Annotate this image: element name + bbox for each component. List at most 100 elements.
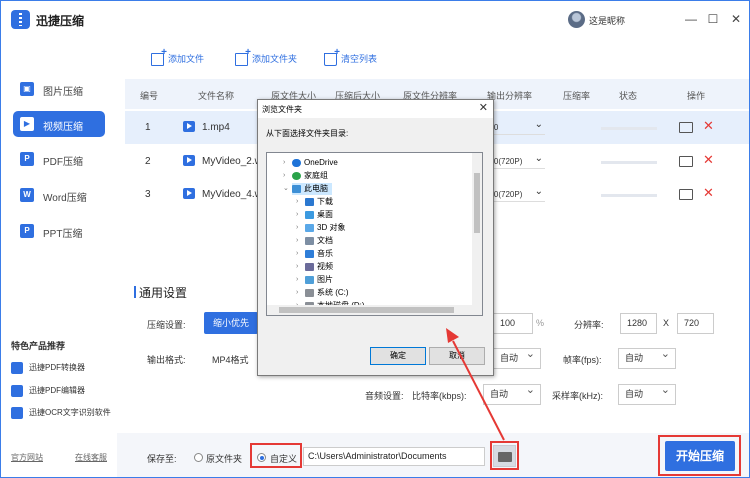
promo-ocr[interactable]: 迅捷OCR文字识别软件	[11, 407, 111, 419]
output-res-dropdown[interactable]: 500	[485, 117, 545, 135]
tree-item-videos[interactable]: › 视频	[296, 261, 333, 273]
maximize-button[interactable]: ☐	[705, 11, 721, 27]
user-name[interactable]: 这是昵称	[589, 14, 625, 27]
add-folder-button[interactable]: 添加文件夹	[235, 47, 297, 67]
tree-item-desktop[interactable]: › 桌面	[296, 209, 333, 221]
delete-icon[interactable]: ✕	[703, 185, 714, 201]
bitrate-dropdown[interactable]: 自动	[483, 381, 541, 405]
radio-custom[interactable]	[257, 453, 266, 462]
quality-mode-dropdown[interactable]: 自动	[493, 345, 541, 369]
folder-icon[interactable]	[679, 122, 693, 133]
online-service-link[interactable]: 在线客服	[75, 452, 107, 463]
dialog-prompt: 从下面选择文件夹目录:	[266, 129, 349, 138]
add-folder-icon	[235, 47, 251, 67]
tree-vertical-scrollbar[interactable]	[472, 153, 482, 305]
start-compress-button[interactable]: 开始压缩	[665, 441, 735, 471]
compress-mode-button[interactable]: 缩小优先	[204, 312, 258, 334]
output-res-dropdown[interactable]: 720(720P)	[485, 151, 545, 169]
sidebar-item-word[interactable]: W Word压缩	[13, 182, 105, 208]
homegroup-icon	[292, 171, 301, 180]
tree-item-downloads[interactable]: › 下载	[296, 196, 333, 208]
tree-item-onedrive[interactable]: › OneDrive	[283, 157, 338, 169]
minimize-button[interactable]: —	[683, 11, 699, 27]
trash-icon	[324, 47, 340, 67]
sidebar-item-label: PPT压缩	[43, 229, 83, 240]
scroll-thumb[interactable]	[474, 173, 480, 233]
scroll-thumb[interactable]	[279, 307, 454, 313]
cloud-icon	[292, 158, 301, 167]
folder-tree[interactable]: › OneDrive › 家庭组 ⌄ 此电脑 › 下载 › 桌面 › 3D 对象 › 文档 ›…	[266, 152, 483, 316]
sidebar-item-label: PDF压缩	[43, 157, 83, 168]
computer-icon	[292, 184, 301, 193]
col-ratio: 压缩率	[563, 91, 591, 101]
image-icon: ▣	[20, 82, 34, 96]
tree-item-3d-objects[interactable]: › 3D 对象	[296, 222, 345, 234]
pdf-converter-icon	[11, 362, 23, 374]
browse-folder-button[interactable]	[493, 445, 516, 467]
sidebar-item-label: 图片压缩	[43, 87, 83, 98]
sidebar-item-video[interactable]: ▶ 视频压缩	[13, 111, 105, 137]
tree-item-documents[interactable]: › 文档	[296, 235, 333, 247]
promo-pdf-converter[interactable]: 迅捷PDF转换器	[11, 362, 85, 374]
col-actions: 操作	[687, 91, 706, 101]
output-format-value[interactable]: MP4格式	[212, 353, 249, 366]
tree-item-music[interactable]: › 音乐	[296, 248, 333, 260]
browse-folder-dialog: 浏览文件夹 ✕ 从下面选择文件夹目录: › OneDrive › 家庭组 ⌄ 此电脑 …	[257, 99, 494, 376]
video-icon: ▶	[20, 117, 34, 131]
close-button[interactable]: ✕	[728, 11, 744, 27]
avatar[interactable]	[568, 11, 585, 28]
pictures-icon	[305, 275, 314, 284]
progress-bar	[601, 127, 657, 130]
add-file-icon	[151, 47, 167, 67]
samplerate-dropdown[interactable]: 自动	[618, 381, 676, 405]
audio-label: 音频设置:	[365, 391, 404, 401]
sidebar-item-pdf[interactable]: P PDF压缩	[13, 146, 105, 172]
sidebar-item-image[interactable]: ▣ 图片压缩	[13, 76, 105, 102]
tree-item-homegroup[interactable]: › 家庭组	[283, 170, 328, 182]
res-width-input[interactable]: 1280	[620, 313, 657, 334]
res-x-label: X	[663, 318, 670, 328]
progress-bar	[601, 161, 657, 164]
tree-item-this-pc[interactable]: ⌄ 此电脑	[283, 183, 332, 195]
dialog-cancel-button[interactable]: 取消	[429, 347, 485, 365]
clear-list-button[interactable]: 清空列表	[324, 47, 377, 67]
folder-icon[interactable]	[679, 156, 693, 167]
delete-icon[interactable]: ✕	[703, 152, 714, 168]
tree-item-drive-c[interactable]: › 系统 (C:)	[296, 287, 349, 299]
word-icon: W	[20, 188, 34, 202]
bitrate-label: 比特率(kbps):	[412, 391, 467, 401]
dialog-close-icon[interactable]: ✕	[479, 101, 488, 114]
output-res-dropdown[interactable]: 720(720P)	[485, 184, 545, 202]
add-file-button[interactable]: 添加文件	[151, 47, 204, 67]
videos-icon	[305, 262, 314, 271]
tree-horizontal-scrollbar[interactable]	[267, 305, 482, 315]
tree-item-pictures[interactable]: › 图片	[296, 274, 333, 286]
custom-label: 自定义	[270, 454, 298, 464]
folder-icon[interactable]	[679, 189, 693, 200]
sidebar-item-label: 视频压缩	[43, 122, 83, 133]
compress-label: 压缩设置:	[147, 320, 186, 330]
promo-title: 特色产品推荐	[11, 341, 66, 351]
save-path-input[interactable]: C:\Users\Administrator\Documents	[303, 447, 485, 466]
download-icon	[305, 197, 314, 206]
promo-pdf-editor[interactable]: 迅捷PDF编辑器	[11, 385, 85, 397]
delete-icon[interactable]: ✕	[703, 118, 714, 134]
dialog-ok-button[interactable]: 确定	[370, 347, 426, 365]
fps-label: 帧率(fps):	[563, 355, 602, 365]
dialog-title-bar: 浏览文件夹 ✕	[258, 100, 493, 118]
sidebar-item-ppt[interactable]: P PPT压缩	[13, 218, 105, 244]
radio-original-folder[interactable]	[194, 453, 203, 462]
video-file-icon	[183, 121, 195, 132]
official-site-link[interactable]: 官方网站	[11, 452, 43, 463]
fps-dropdown[interactable]: 自动	[618, 345, 676, 369]
samplerate-label: 采样率(kHz):	[552, 391, 603, 401]
toolbar: 添加文件 添加文件夹 清空列表	[117, 39, 749, 79]
res-height-input[interactable]: 720	[677, 313, 714, 334]
save-to-label: 保存至:	[147, 454, 177, 464]
progress-bar	[601, 194, 657, 197]
music-icon	[305, 249, 314, 258]
quality-input[interactable]: 100	[493, 313, 533, 334]
video-file-icon	[183, 155, 195, 166]
documents-icon	[305, 236, 314, 245]
col-name: 文件名称	[198, 91, 235, 101]
